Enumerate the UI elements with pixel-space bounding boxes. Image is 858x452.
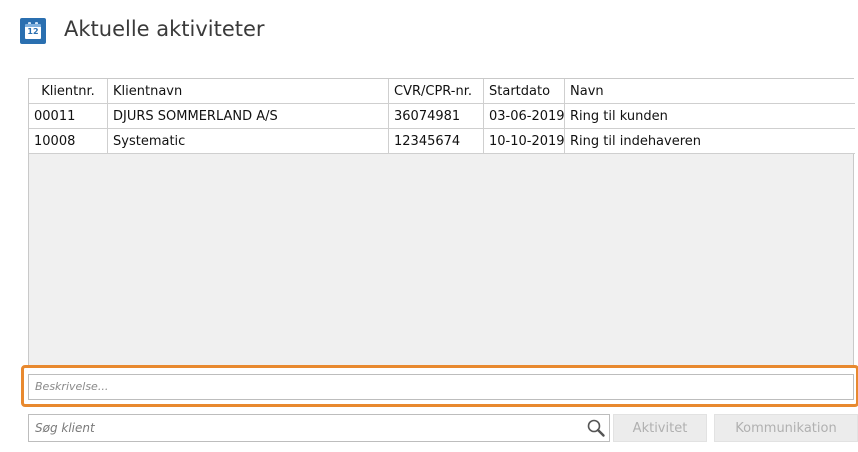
cell-cvr: 36074981 [388, 103, 484, 129]
column-header-klientnavn[interactable]: Klientnavn [107, 79, 389, 104]
column-header-klientnr[interactable]: Klientnr. [29, 79, 108, 104]
search-client-input[interactable]: Søg klient [28, 414, 610, 442]
cell-klientnr: 00011 [29, 103, 108, 129]
activities-table: Klientnr. Klientnavn CVR/CPR-nr. Startda… [29, 79, 855, 154]
cell-navn: Ring til kunden [564, 103, 855, 129]
description-input[interactable]: Beskrivelse... [28, 374, 854, 400]
table-row[interactable]: 00011 DJURS SOMMERLAND A/S 36074981 03-0… [29, 103, 855, 129]
cell-startdato: 03-06-2019 [483, 103, 565, 129]
page-title: Aktuelle aktiviteter [64, 17, 265, 41]
table-row[interactable]: 10008 Systematic 12345674 10-10-2019 Rin… [29, 128, 855, 154]
cell-startdato: 10-10-2019 [483, 128, 565, 154]
cell-cvr: 12345674 [388, 128, 484, 154]
cell-klientnavn: DJURS SOMMERLAND A/S [107, 103, 389, 129]
cell-klientnr: 10008 [29, 128, 108, 154]
column-header-navn[interactable]: Navn [564, 79, 855, 104]
calendar-page: 12 [25, 24, 41, 39]
cell-navn: Ring til indehaveren [564, 128, 855, 154]
table-header-row: Klientnr. Klientnavn CVR/CPR-nr. Startda… [29, 79, 855, 104]
column-header-cvr[interactable]: CVR/CPR-nr. [388, 79, 484, 104]
header: 12 Aktuelle aktiviteter [0, 0, 858, 62]
cell-klientnavn: Systematic [107, 128, 389, 154]
aktivitet-button[interactable]: Aktivitet [613, 414, 707, 442]
activities-grid[interactable]: Klientnr. Klientnavn CVR/CPR-nr. Startda… [28, 78, 855, 366]
column-header-startdato[interactable]: Startdato [483, 79, 565, 104]
calendar-icon: 12 [20, 18, 46, 44]
search-icon[interactable] [586, 418, 606, 438]
activities-window: 12 Aktuelle aktiviteter Klientnr. Klient… [0, 0, 858, 452]
kommunikation-button[interactable]: Kommunikation [714, 414, 858, 442]
